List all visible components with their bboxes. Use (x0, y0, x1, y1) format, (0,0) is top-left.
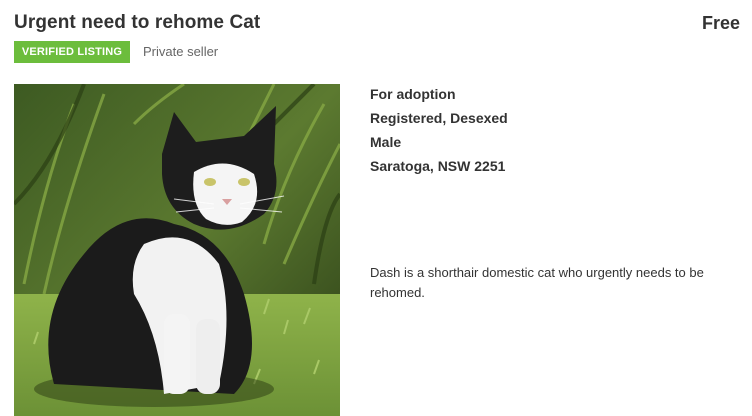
location: Saratoga, NSW 2251 (370, 158, 506, 174)
pet-sex: Male (370, 134, 402, 150)
registration-status: Registered, Desexed (370, 110, 508, 126)
price-label: Free (701, 13, 740, 33)
listing-photo[interactable] (14, 84, 340, 416)
cat-photo-illustration (14, 84, 340, 416)
listing-title: Urgent need to rehome Cat (14, 12, 261, 33)
listing-type: For adoption (370, 86, 456, 102)
verified-listing-badge: VERIFIED LISTING (14, 41, 130, 63)
seller-type: Private seller (143, 44, 219, 59)
listing-description: Dash is a shorthair domestic cat who urg… (370, 265, 704, 300)
listing-details: For adoption Registered, Desexed Male Sa… (370, 86, 508, 182)
